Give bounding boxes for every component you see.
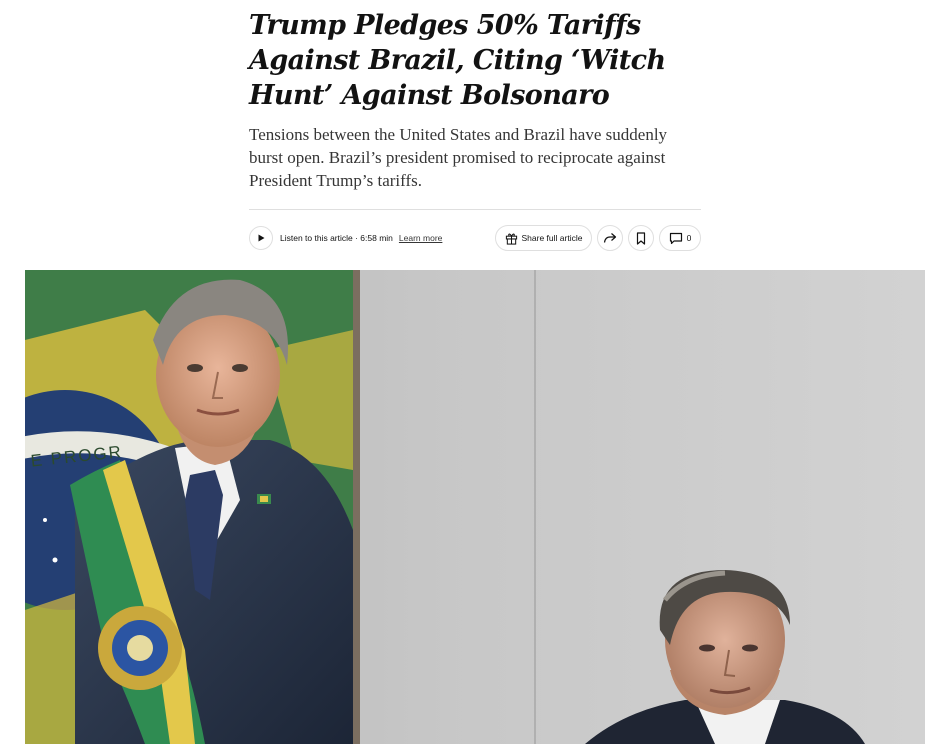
gift-icon xyxy=(505,233,517,245)
play-icon xyxy=(258,234,265,242)
comment-count: 0 xyxy=(686,233,692,243)
portrait-painting: E PROGR xyxy=(25,270,360,744)
learn-more-link[interactable]: Learn more xyxy=(399,233,442,243)
share-full-article-button[interactable]: Share full article xyxy=(495,225,592,251)
share-button[interactable] xyxy=(597,225,623,251)
article-actions: Share full article 0 xyxy=(495,224,701,252)
play-button[interactable] xyxy=(249,226,273,250)
share-arrow-icon xyxy=(603,233,617,243)
headline: Trump Pledges 50% Tariffs Against Brazil… xyxy=(249,10,666,111)
article-header: Trump Pledges 50% Tariffs Against Brazil… xyxy=(249,8,701,192)
lead-photo-illustration: E PROGR xyxy=(25,270,925,744)
share-full-article-label: Share full article xyxy=(521,233,583,243)
listen-label: Listen to this article · 6:58 min xyxy=(280,233,393,243)
listen-group: Listen to this article · 6:58 min Learn … xyxy=(249,224,442,252)
comments-button[interactable]: 0 xyxy=(659,225,701,251)
lead-photo: E PROGR xyxy=(25,270,925,744)
comment-icon xyxy=(669,232,682,244)
bookmark-icon xyxy=(636,231,646,245)
article-toolbar: Listen to this article · 6:58 min Learn … xyxy=(249,224,701,252)
header-divider xyxy=(249,209,701,210)
article-summary: Tensions between the United States and B… xyxy=(249,125,668,190)
save-button[interactable] xyxy=(628,225,654,251)
